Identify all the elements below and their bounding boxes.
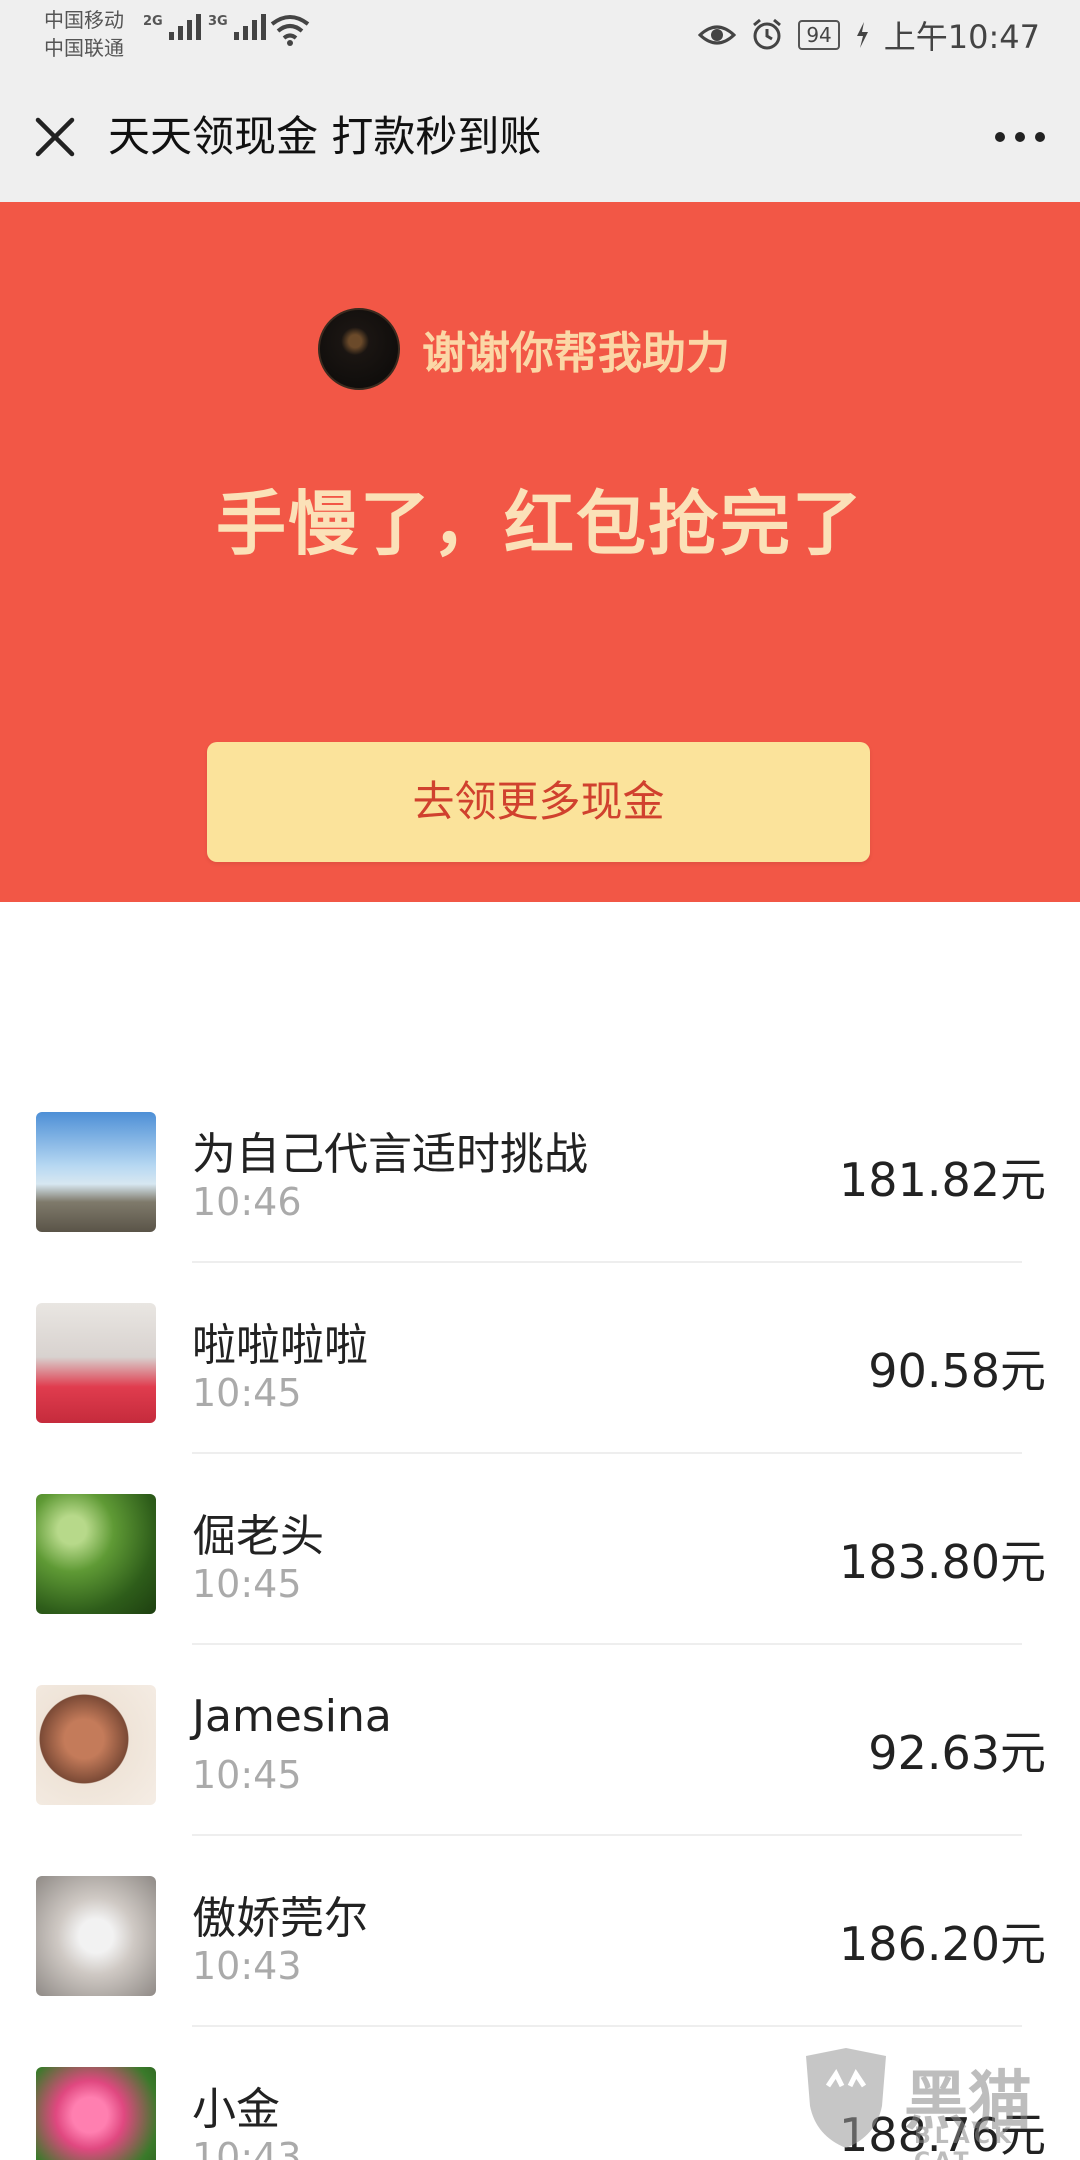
- avatar: [36, 2067, 156, 2160]
- item-time: 10:45: [192, 1753, 302, 1797]
- headline: 手慢了，红包抢完了: [216, 483, 864, 565]
- item-name: 傲娇莞尔: [192, 1893, 368, 1944]
- watermark-subtext: BLACK CAT: [914, 2124, 1016, 2160]
- item-amount: 92.63元: [868, 1726, 1046, 1780]
- watermark: 黑猫 BLACK CAT: [796, 2046, 1066, 2160]
- item-name: Jamesina: [192, 1691, 392, 1742]
- avatar: [36, 1876, 156, 1996]
- item-time: 10:46: [192, 1180, 302, 1224]
- avatar: [36, 1494, 156, 1614]
- title-bar: 天天领现金 打款秒到账: [0, 72, 1080, 202]
- close-icon[interactable]: [30, 112, 80, 162]
- item-time: 10:43: [192, 1944, 302, 1988]
- item-name: 啦啦啦啦: [192, 1320, 368, 1371]
- charging-icon: [856, 22, 868, 48]
- divider: [192, 1261, 1022, 1263]
- avatar: [36, 1112, 156, 1232]
- divider: [192, 1452, 1022, 1454]
- carrier-2: 中国联通: [44, 36, 124, 60]
- item-amount: 186.20元: [839, 1917, 1046, 1971]
- list-item[interactable]: 倔老头 10:45 183.80元: [0, 1482, 1080, 1673]
- list-item[interactable]: 啦啦啦啦 10:45 90.58元: [0, 1291, 1080, 1482]
- status-right: 94 上午10:47: [698, 12, 1040, 58]
- item-time: 10:43: [192, 2135, 302, 2160]
- cat-shield-icon: [806, 2048, 886, 2148]
- eye-icon: [698, 25, 737, 45]
- item-time: 10:45: [192, 1562, 302, 1606]
- avatar: [36, 1685, 156, 1805]
- status-bar: 中国移动 中国联通 2G 3G 94 上午10:47: [0, 0, 1080, 72]
- list-item[interactable]: Jamesina 10:45 92.63元: [0, 1673, 1080, 1864]
- get-more-cash-button[interactable]: 去领更多现金: [207, 742, 870, 862]
- signal-1-icon: 2G: [143, 14, 201, 40]
- recipient-list: 为自己代言适时挑战 10:46 181.82元 啦啦啦啦 10:45 90.58…: [0, 1100, 1080, 2160]
- helper-message: 谢谢你帮我助力: [318, 308, 730, 390]
- item-time: 10:45: [192, 1371, 302, 1415]
- page-title: 天天领现金 打款秒到账: [108, 112, 542, 161]
- helper-avatar: [318, 308, 400, 390]
- item-name: 小金: [192, 2084, 280, 2135]
- status-time: 上午10:47: [883, 18, 1040, 56]
- more-options-icon[interactable]: [990, 112, 1050, 162]
- network-2-label: 3G: [208, 14, 228, 29]
- helper-text: 谢谢你帮我助力: [422, 328, 730, 379]
- avatar: [36, 1303, 156, 1423]
- divider: [192, 2025, 1022, 2027]
- item-amount: 90.58元: [868, 1344, 1046, 1398]
- item-amount: 183.80元: [839, 1535, 1046, 1589]
- item-amount: 181.82元: [839, 1153, 1046, 1207]
- wifi-icon: [270, 15, 310, 46]
- carrier-labels: 中国移动 中国联通: [44, 6, 124, 62]
- signal-2-icon: 3G: [208, 14, 266, 40]
- item-name: 为自己代言适时挑战: [192, 1129, 588, 1180]
- divider: [192, 1643, 1022, 1645]
- carrier-1: 中国移动: [44, 8, 124, 32]
- item-name: 倔老头: [192, 1511, 324, 1562]
- alarm-icon: [753, 18, 782, 50]
- list-item[interactable]: 为自己代言适时挑战 10:46 181.82元: [0, 1100, 1080, 1291]
- list-item[interactable]: 傲娇莞尔 10:43 186.20元: [0, 1864, 1080, 2055]
- network-1-label: 2G: [143, 14, 163, 29]
- divider: [192, 1834, 1022, 1836]
- battery-indicator: 94: [798, 20, 840, 50]
